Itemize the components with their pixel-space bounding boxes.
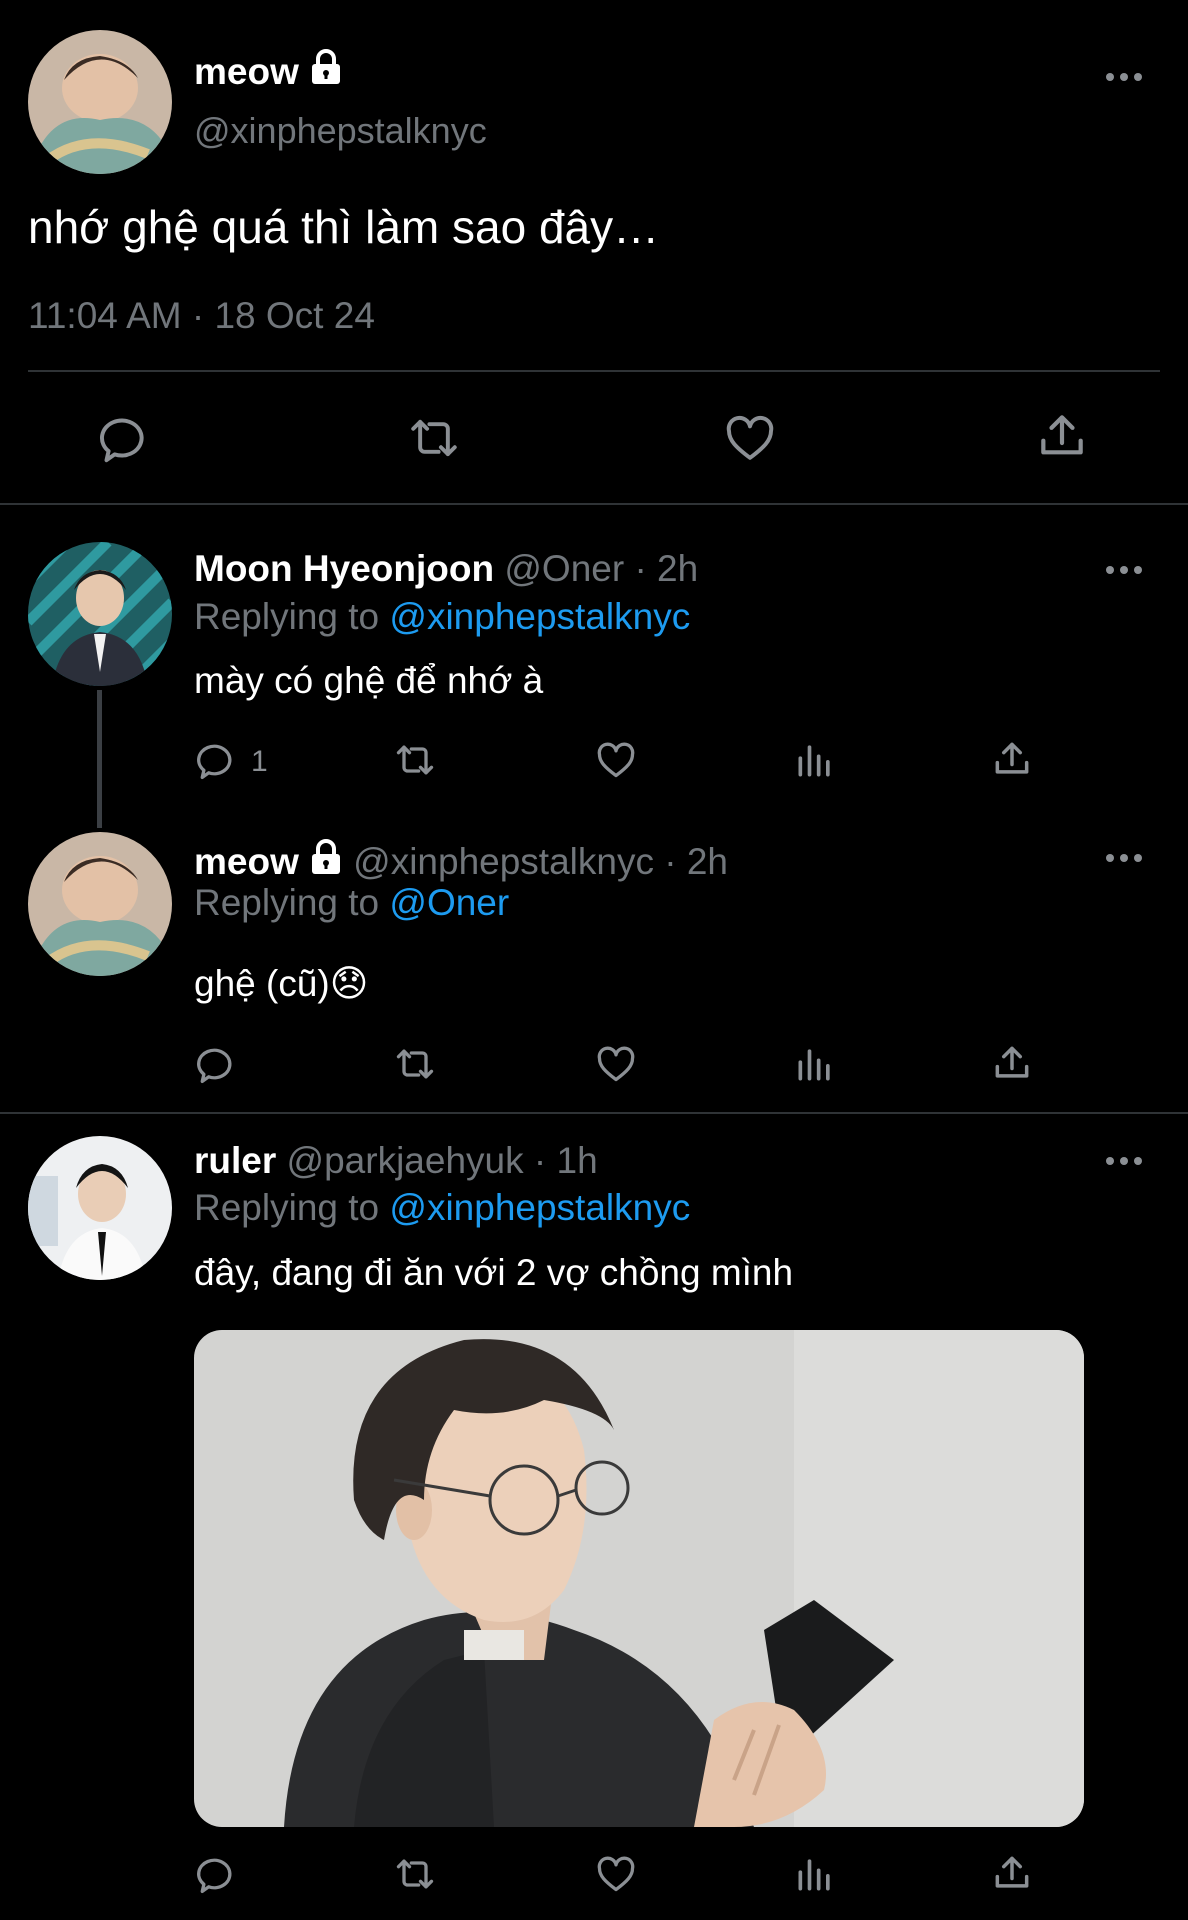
share-icon[interactable] bbox=[990, 1041, 1034, 1085]
reply-header: ruler @parkjaehyuk · 1h bbox=[194, 1140, 598, 1182]
analytics-icon[interactable] bbox=[793, 738, 837, 782]
more-options-icon[interactable] bbox=[1100, 848, 1148, 868]
retweet-icon[interactable] bbox=[391, 1852, 439, 1896]
reply-text: mày có ghệ để nhớ à bbox=[194, 660, 544, 701]
reply-meta[interactable]: @Oner · 2h bbox=[504, 548, 698, 589]
share-icon[interactable] bbox=[1034, 408, 1090, 464]
reply-text: đây, đang đi ăn với 2 vợ chồng mình bbox=[194, 1252, 794, 1293]
author-name[interactable]: meow bbox=[194, 48, 343, 95]
reply-header: Moon Hyeonjoon @Oner · 2h bbox=[194, 548, 698, 590]
reply-avatar[interactable] bbox=[28, 832, 172, 976]
reply-meta[interactable]: @xinphepstalknyc · 2h bbox=[353, 841, 728, 882]
retweet-icon[interactable] bbox=[391, 738, 439, 782]
reply-author-name[interactable]: meow bbox=[194, 841, 299, 882]
analytics-icon[interactable] bbox=[793, 1042, 837, 1086]
replying-to-label: Replying to bbox=[194, 1187, 390, 1228]
reply-avatar[interactable] bbox=[28, 542, 172, 686]
reply-icon[interactable] bbox=[194, 738, 238, 782]
reply-media-photo[interactable] bbox=[194, 1330, 1084, 1827]
replying-to-handle[interactable]: @xinphepstalknyc bbox=[389, 1187, 690, 1228]
reply-meta[interactable]: @parkjaehyuk · 1h bbox=[287, 1140, 598, 1181]
replying-to: Replying to @xinphepstalknyc bbox=[194, 1187, 690, 1229]
replying-to: Replying to @Oner bbox=[194, 882, 509, 924]
share-icon[interactable] bbox=[990, 1851, 1034, 1895]
divider bbox=[0, 1112, 1188, 1114]
more-options-icon[interactable] bbox=[1100, 1151, 1148, 1171]
lock-icon bbox=[309, 48, 343, 95]
retweet-icon[interactable] bbox=[391, 1042, 439, 1086]
reply-icon[interactable] bbox=[194, 1042, 238, 1086]
replying-to-handle[interactable]: @xinphepstalknyc bbox=[389, 596, 690, 637]
retweet-icon[interactable] bbox=[404, 410, 464, 466]
author-name-text[interactable]: meow bbox=[194, 51, 299, 92]
reply-author-name[interactable]: ruler bbox=[194, 1140, 276, 1181]
reply-icon[interactable] bbox=[96, 410, 152, 466]
replying-to-label: Replying to bbox=[194, 882, 390, 923]
more-options-icon[interactable] bbox=[1100, 67, 1148, 87]
reply-header: meow @xinphepstalknyc · 2h bbox=[194, 838, 728, 885]
author-handle[interactable]: @xinphepstalknyc bbox=[194, 110, 487, 152]
tweet-text: nhớ ghệ quá thì làm sao đây… bbox=[28, 201, 660, 253]
thread-line bbox=[97, 690, 102, 828]
lock-icon bbox=[309, 838, 343, 885]
like-icon[interactable] bbox=[594, 1852, 638, 1896]
divider bbox=[28, 370, 1160, 372]
replying-to-label: Replying to bbox=[194, 596, 390, 637]
tweet-timestamp[interactable]: 11:04 AM · 18 Oct 24 bbox=[28, 295, 375, 337]
reply-icon[interactable] bbox=[194, 1852, 238, 1896]
reply-avatar[interactable] bbox=[28, 1136, 172, 1280]
like-icon[interactable] bbox=[594, 1042, 638, 1086]
author-avatar[interactable] bbox=[28, 30, 172, 174]
divider bbox=[0, 503, 1188, 505]
replying-to: Replying to @xinphepstalknyc bbox=[194, 596, 690, 638]
reply-count: 1 bbox=[251, 745, 268, 778]
like-icon[interactable] bbox=[722, 410, 778, 466]
replying-to-handle[interactable]: @Oner bbox=[389, 882, 509, 923]
more-options-icon[interactable] bbox=[1100, 560, 1148, 580]
reply-text: ghệ (cũ)😞 bbox=[194, 963, 369, 1004]
analytics-icon[interactable] bbox=[793, 1852, 837, 1896]
share-icon[interactable] bbox=[990, 737, 1034, 781]
reply-author-name[interactable]: Moon Hyeonjoon bbox=[194, 548, 494, 589]
like-icon[interactable] bbox=[594, 738, 638, 782]
